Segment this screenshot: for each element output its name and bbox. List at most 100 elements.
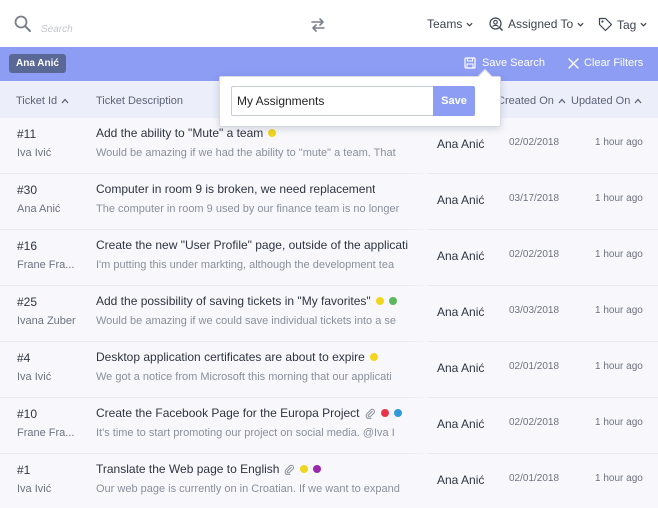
ticket-assignee: Ana Anić: [437, 193, 485, 207]
ticket-requester: Iva Ivić: [17, 483, 52, 495]
ticket-title-text: Translate the Web page to English: [96, 462, 280, 476]
tag-color-dot: [369, 353, 378, 361]
ticket-title[interactable]: Translate the Web page to English: [96, 462, 322, 476]
ticket-updated-on: 1 hour ago: [595, 137, 643, 148]
search-input[interactable]: [41, 20, 281, 38]
ticket-created-on: 02/01/2018: [509, 473, 560, 484]
column-header-description[interactable]: Ticket Description: [96, 95, 183, 107]
user-search-icon: [489, 17, 503, 31]
ticket-assignee: Ana Anić: [437, 305, 485, 319]
table-row[interactable]: #25 Ivana Zuber Add the possibility of s…: [0, 286, 658, 342]
ticket-requester: Iva Ivić: [17, 147, 52, 159]
ticket-id: #25: [17, 295, 38, 309]
ticket-id: #1: [17, 463, 31, 477]
chevron-down-icon: [577, 22, 584, 27]
popup-save-button[interactable]: Save: [433, 86, 475, 116]
ticket-created-on: 02/02/2018: [509, 249, 560, 260]
ticket-updated-on: 1 hour ago: [595, 193, 643, 204]
top-bar: Teams Assigned To Tag: [0, 0, 658, 47]
column-header-label: Ticket Description: [96, 95, 184, 107]
tag-color-dot: [313, 465, 322, 473]
close-icon: [568, 57, 579, 69]
teams-filter[interactable]: Teams: [427, 17, 473, 31]
ticket-assignee: Ana Anić: [437, 137, 485, 151]
table-row[interactable]: #1 Iva Ivić Translate the Web page to En…: [0, 454, 658, 508]
ticket-assignee: Ana Anić: [437, 417, 485, 431]
ticket-updated-on: 1 hour ago: [595, 473, 643, 484]
ticket-created-on: 02/02/2018: [509, 137, 560, 148]
clear-filters-label: Clear Filters: [584, 57, 644, 69]
table-row[interactable]: #30 Ana Anić Computer in room 9 is broke…: [0, 174, 658, 230]
ticket-id: #4: [17, 351, 31, 365]
teams-filter-label: Teams: [427, 17, 463, 31]
ticket-description: The computer in room 9 used by our finan…: [96, 203, 400, 215]
search-icon: [14, 15, 31, 32]
table-row[interactable]: #4 Iva Ivić Desktop application certific…: [0, 342, 658, 398]
ticket-description: It's time to start promoting our project…: [96, 427, 395, 439]
ticket-title[interactable]: Create the Facebook Page for the Europa …: [96, 406, 402, 420]
column-header-label: Ticket Id: [16, 95, 58, 107]
ticket-requester: Frane Fra...: [17, 427, 75, 439]
tag-color-dot: [380, 409, 389, 417]
ticket-title[interactable]: Add the ability to "Mute" a team: [96, 126, 277, 140]
table-row[interactable]: #10 Frane Fra... Create the Facebook Pag…: [0, 398, 658, 454]
ticket-id: #16: [17, 239, 38, 253]
ticket-id: #30: [17, 183, 38, 197]
clear-filters-button[interactable]: Clear Filters: [568, 57, 643, 69]
ticket-updated-on: 1 hour ago: [595, 249, 643, 260]
assigned-to-filter[interactable]: Assigned To: [489, 17, 584, 31]
ticket-assignee: Ana Anić: [437, 249, 485, 263]
column-header-created-on[interactable]: Created On: [497, 95, 566, 107]
ticket-title-text: Create the new "User Profile" page, outs…: [96, 238, 409, 252]
column-header-ticket-id[interactable]: Ticket Id: [16, 95, 69, 107]
chevron-down-icon: [640, 22, 647, 27]
ticket-title-text: Computer in room 9 is broken, we need re…: [96, 182, 376, 196]
ticket-list: #11 Iva Ivić Add the ability to "Mute" a…: [0, 118, 658, 508]
swap-icon[interactable]: [309, 16, 327, 34]
save-icon: [464, 57, 476, 69]
ticket-title[interactable]: Create the new "User Profile" page, outs…: [96, 238, 408, 252]
table-row[interactable]: #16 Frane Fra... Create the new "User Pr…: [0, 230, 658, 286]
column-header-updated-on[interactable]: Updated On: [571, 95, 642, 107]
tag-filter[interactable]: Tag: [598, 17, 647, 32]
ticket-updated-on: 1 hour ago: [595, 305, 643, 316]
ticket-description: Would be amazing if we had the ability t…: [96, 147, 396, 159]
ticket-updated-on: 1 hour ago: [595, 361, 643, 372]
ticket-description: Would be amazing if we could save indivi…: [96, 315, 397, 327]
ticket-title-text: Add the ability to "Mute" a team: [96, 126, 264, 140]
chevron-up-icon: [558, 98, 566, 104]
paperclip-icon: [365, 408, 375, 419]
ticket-id: #10: [17, 407, 38, 421]
column-header-label: Created On: [497, 95, 554, 107]
filter-chip-assignee[interactable]: Ana Anić: [9, 54, 66, 73]
chevron-up-icon: [61, 98, 69, 104]
ticket-requester: Ana Anić: [17, 203, 61, 215]
tag-color-dot: [388, 297, 397, 305]
column-header-label: Updated On: [571, 95, 631, 107]
tag-color-dot: [268, 129, 277, 137]
search-name-input[interactable]: [231, 86, 434, 116]
ticket-title[interactable]: Computer in room 9 is broken, we need re…: [96, 182, 375, 196]
save-search-label: Save Search: [482, 57, 545, 69]
ticket-created-on: 02/02/2018: [509, 417, 560, 428]
ticket-title[interactable]: Add the possibility of saving tickets in…: [96, 294, 397, 308]
ticket-requester: Iva Ivić: [17, 371, 52, 383]
ticket-title[interactable]: Desktop application certificates are abo…: [96, 350, 378, 364]
ticket-created-on: 03/03/2018: [509, 305, 560, 316]
ticket-title-text: Create the Facebook Page for the Europa …: [96, 406, 360, 420]
ticket-title-text: Add the possibility of saving tickets in…: [96, 294, 371, 308]
save-search-button[interactable]: Save Search: [464, 57, 545, 69]
tag-color-dot: [300, 465, 309, 473]
ticket-requester: Frane Fra...: [17, 259, 75, 271]
ticket-updated-on: 1 hour ago: [595, 417, 643, 428]
ticket-title-text: Desktop application certificates are abo…: [96, 350, 365, 364]
paperclip-icon: [285, 464, 295, 475]
ticket-assignee: Ana Anić: [437, 473, 485, 487]
ticket-id: #11: [17, 127, 37, 141]
ticket-description: I'm putting this under markting, althoug…: [96, 259, 395, 271]
ticket-requester: Ivana Zuber: [17, 315, 76, 327]
tag-color-dot: [393, 409, 402, 417]
ticket-description: Our web page is currently on in Croatian…: [96, 483, 400, 495]
tag-filter-label: Tag: [617, 17, 637, 32]
assigned-to-filter-label: Assigned To: [508, 17, 574, 31]
